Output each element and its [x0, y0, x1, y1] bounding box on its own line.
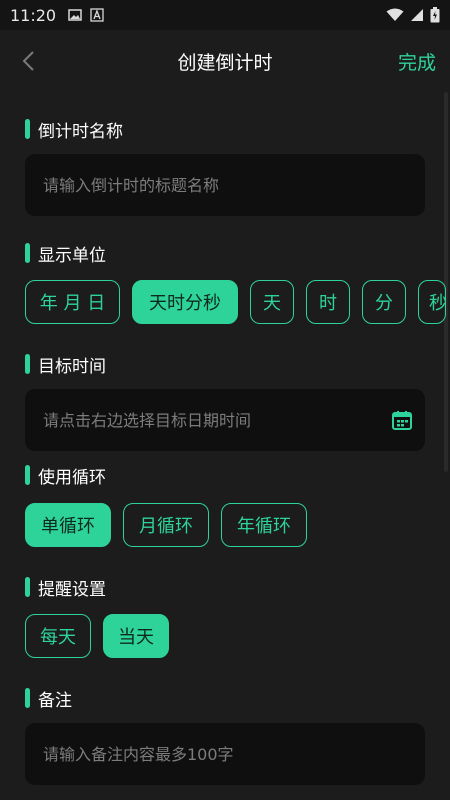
- font-icon: [90, 8, 104, 22]
- section-marker: [25, 465, 30, 485]
- section-label-text: 倒计时名称: [38, 121, 123, 142]
- signal-icon: [411, 9, 423, 21]
- section-label-text: 使用循环: [38, 467, 106, 488]
- section-label-text: 备注: [38, 690, 72, 711]
- section-label-unit: 显示单位: [25, 242, 106, 266]
- section-label-target: 目标时间: [25, 353, 106, 377]
- section-label-loop: 使用循环: [25, 464, 106, 488]
- section-marker: [25, 243, 30, 263]
- section-label-text: 显示单位: [38, 245, 106, 266]
- back-button[interactable]: [14, 47, 42, 75]
- section-label-text: 目标时间: [38, 356, 106, 377]
- note-input-box[interactable]: [25, 723, 425, 785]
- status-time: 11:20: [10, 5, 57, 25]
- reminder-chip-daily[interactable]: 每天: [25, 614, 91, 658]
- loop-chip-month[interactable]: 月循环: [123, 503, 209, 547]
- name-input-box[interactable]: [25, 154, 425, 216]
- unit-chip-minute[interactable]: 分: [362, 280, 406, 324]
- section-label-text: 提醒设置: [38, 579, 106, 600]
- section-marker: [25, 354, 30, 374]
- target-time-input[interactable]: [43, 410, 373, 430]
- done-button[interactable]: 完成: [398, 48, 436, 75]
- reminder-chip-sameday[interactable]: 当天: [103, 614, 169, 658]
- unit-chip-ymd[interactable]: 年 月 日: [25, 280, 120, 324]
- section-label-name: 倒计时名称: [25, 118, 123, 142]
- unit-chip-hour[interactable]: 时: [306, 280, 350, 324]
- unit-chip-day[interactable]: 天: [250, 280, 294, 324]
- loop-chip-row: 单循环 月循环 年循环: [25, 503, 307, 547]
- status-bar: 11:20: [0, 0, 450, 30]
- section-marker: [25, 119, 30, 139]
- battery-icon: [430, 7, 440, 23]
- chevron-left-icon: [22, 51, 34, 71]
- calendar-icon[interactable]: [391, 409, 413, 431]
- nav-bar: 创建倒计时 完成: [0, 30, 450, 92]
- unit-chip-dhms[interactable]: 天时分秒: [132, 280, 238, 324]
- section-label-reminder: 提醒设置: [25, 576, 106, 600]
- name-input[interactable]: [43, 175, 407, 195]
- target-time-box[interactable]: [25, 389, 425, 451]
- loop-chip-single[interactable]: 单循环: [25, 503, 111, 547]
- section-marker: [25, 688, 30, 708]
- section-marker: [25, 577, 30, 597]
- wifi-icon: [386, 8, 404, 21]
- loop-chip-year[interactable]: 年循环: [221, 503, 307, 547]
- section-label-note: 备注: [25, 687, 72, 711]
- note-input[interactable]: [43, 744, 407, 764]
- unit-chip-second[interactable]: 秒: [418, 280, 446, 324]
- image-icon: [68, 9, 82, 21]
- page-title: 创建倒计时: [177, 51, 273, 74]
- status-right-group: [386, 7, 440, 23]
- unit-chip-row: 年 月 日 天时分秒 天 时 分 秒: [25, 280, 446, 324]
- reminder-chip-row: 每天 当天: [25, 614, 169, 658]
